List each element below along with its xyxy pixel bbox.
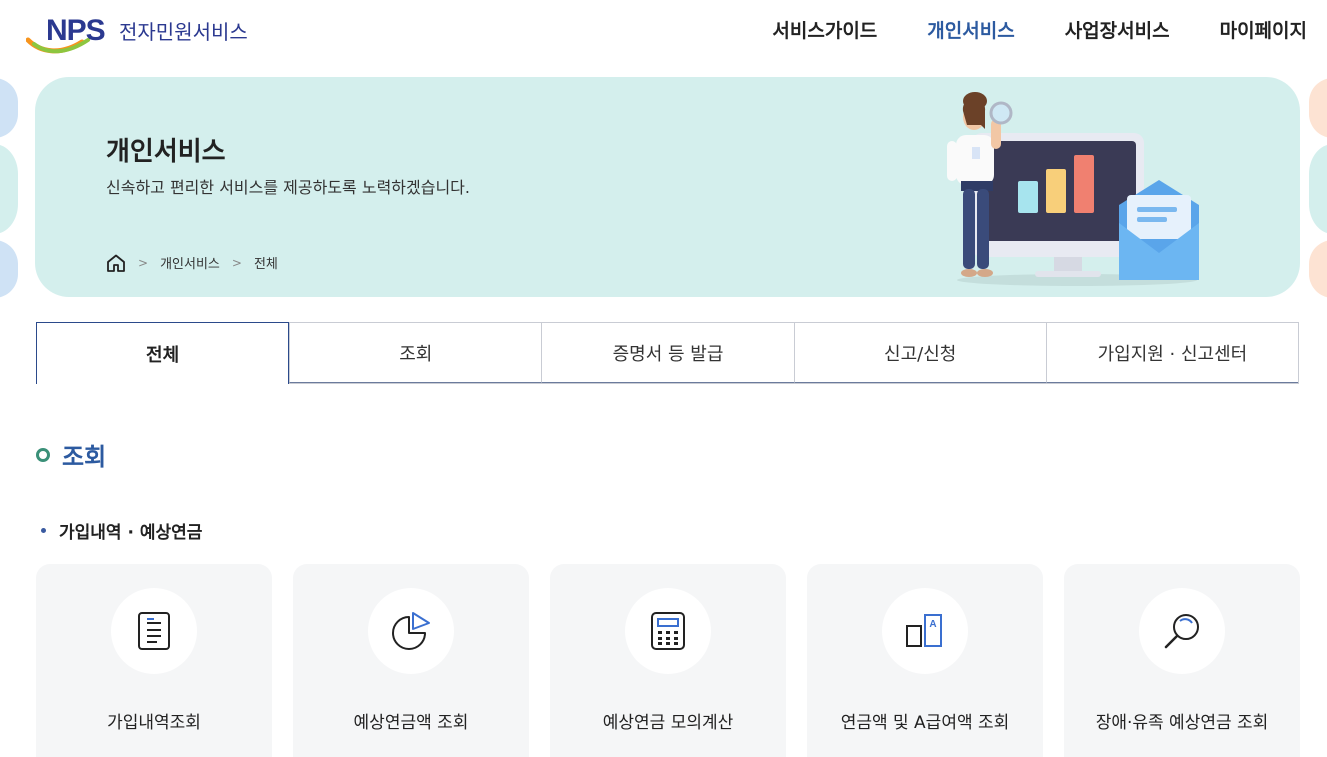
breadcrumb-item-current: 전체 [253,257,278,272]
card-label: 가입내역조회 [107,713,201,733]
card-icon-circle [625,588,711,674]
svg-text:A: A [929,619,936,630]
page: NPS 전자민원서비스 서비스가이드 개인서비스 사업장서비스 마이페이지 개인… [0,0,1327,757]
chevron-right-icon: > [231,255,242,270]
a-grade-icon: A [906,614,942,647]
logo[interactable]: NPS 전자민원서비스 [26,12,286,56]
card-label: 예상연금액 조회 [353,713,469,733]
home-icon[interactable] [106,254,126,272]
right-deco-shape [1309,78,1327,298]
service-card[interactable]: 장애·유족 예상연금 조회 [1064,564,1300,757]
nav-service-guide[interactable]: 서비스가이드 [772,16,877,43]
calculator-icon [651,612,685,650]
pie-chart-icon [392,612,430,650]
breadcrumb: > 개인서비스 > 전체 [106,253,278,272]
card-icon-circle [111,588,197,674]
document-icon [138,612,170,650]
subsection-title-text: 가입내역 · 예상연금 [59,523,203,543]
page-banner: 개인서비스 신속하고 편리한 서비스를 제공하도록 노력하겠습니다. > 개인서… [35,77,1300,297]
tab-report-apply[interactable]: 신고/신청 [793,323,1046,383]
header: NPS 전자민원서비스 서비스가이드 개인서비스 사업장서비스 마이페이지 [0,0,1327,60]
page-title: 개인서비스 [106,137,226,167]
service-card-list: 가입내역조회 예상연금액 조회 예상연금 모의계산 A 연금액 및 A급여액 조… [36,564,1300,757]
section-title: 조회 [36,437,106,472]
service-card[interactable]: 예상연금 모의계산 [550,564,786,757]
card-icon-circle: A [882,588,968,674]
section-bullet-icon [36,447,50,462]
card-label: 예상연금 모의계산 [602,713,734,733]
card-label: 장애·유족 예상연금 조회 [1095,713,1269,733]
breadcrumb-item[interactable]: 개인서비스 [160,253,220,272]
card-icon-circle [1139,588,1225,674]
logo-mark: NPS [46,14,106,47]
card-label: 연금액 및 A급여액 조회 [840,713,1010,733]
tab-inquiry[interactable]: 조회 [289,323,542,383]
tab-certificate[interactable]: 증명서 등 발급 [541,323,794,383]
tab-all[interactable]: 전체 [36,322,290,384]
section-title-text: 조회 [62,443,107,471]
service-card[interactable]: A 연금액 및 A급여액 조회 [807,564,1043,757]
subsection-bullet-icon [41,528,46,533]
logo-text: 전자민원서비스 [119,20,248,44]
nav-personal-service[interactable]: 개인서비스 [927,16,1014,43]
left-deco-shape [0,78,18,298]
magnifier-icon [1164,614,1199,649]
nav-my-page[interactable]: 마이페이지 [1220,16,1307,43]
nav-business-service[interactable]: 사업장서비스 [1065,16,1170,43]
banner-illustration [947,92,1199,286]
card-icon-circle [368,588,454,674]
service-card[interactable]: 예상연금액 조회 [293,564,529,757]
global-nav: 서비스가이드 개인서비스 사업장서비스 마이페이지 [722,16,1307,43]
category-tabs: 전체 조회 증명서 등 발급 신고/신청 가입지원 · 신고센터 [36,322,1299,384]
subsection-title: 가입내역 · 예상연금 [41,518,202,543]
page-subtitle: 신속하고 편리한 서비스를 제공하도록 노력하겠습니다. [106,178,470,197]
tab-join-support[interactable]: 가입지원 · 신고센터 [1045,323,1299,383]
service-card[interactable]: 가입내역조회 [36,564,272,757]
chevron-right-icon: > [138,255,149,270]
